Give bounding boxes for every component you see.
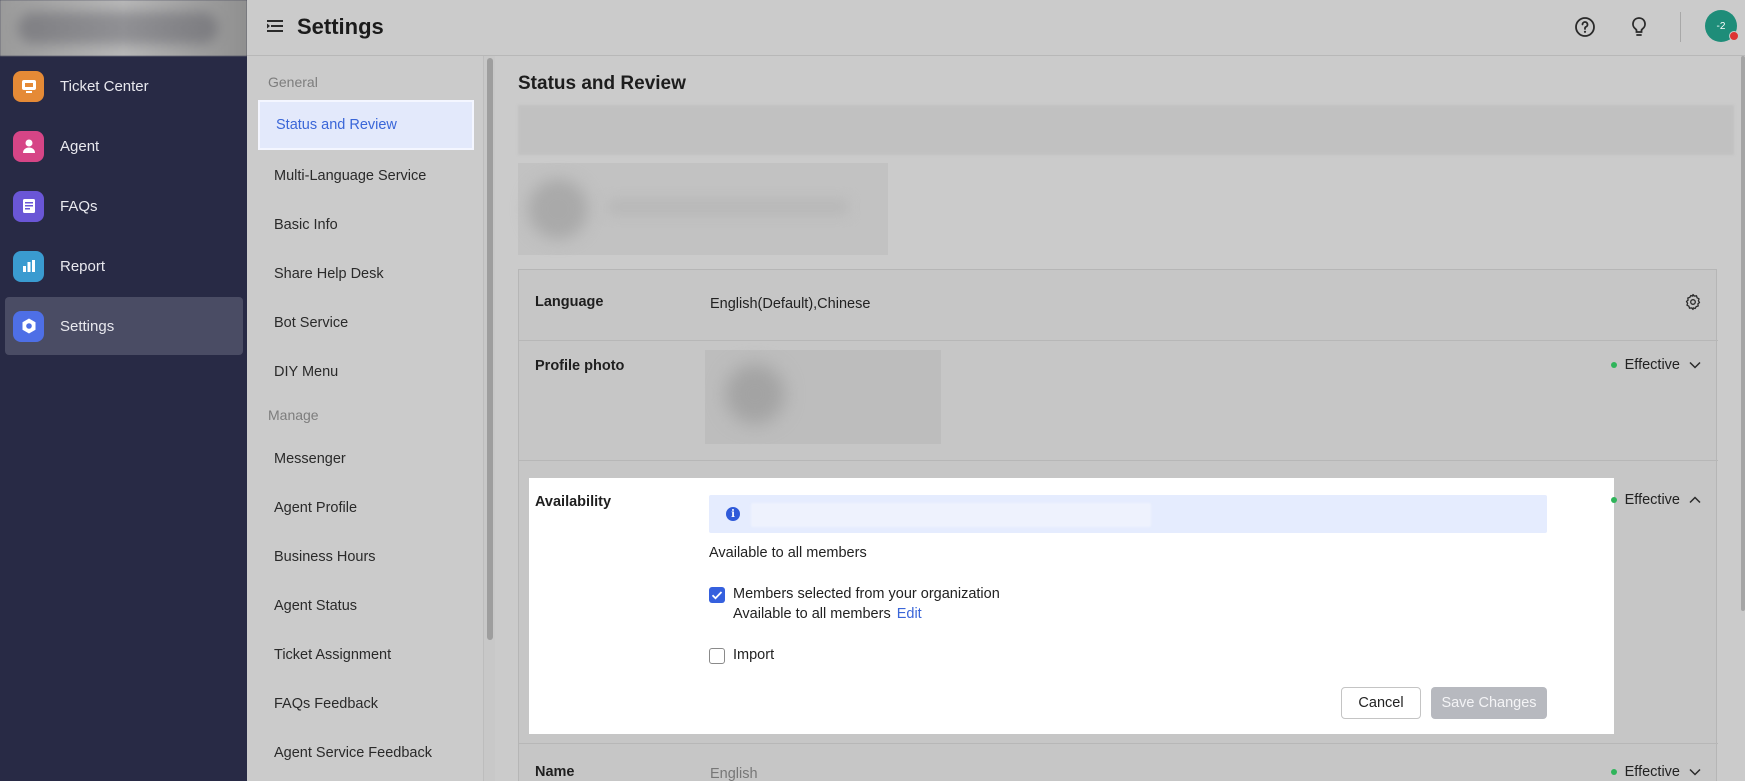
chevron-up-icon	[1689, 496, 1701, 504]
submenu-item-diy-menu[interactable]: DIY Menu	[258, 347, 474, 397]
profile-photo-status[interactable]: Effective	[1610, 357, 1702, 373]
submenu-scrollbar[interactable]	[487, 58, 493, 640]
notification-dot	[1729, 31, 1739, 41]
language-value: English(Default),Chinese	[710, 296, 871, 312]
chevron-down-icon	[1689, 361, 1701, 369]
avatar[interactable]: -2	[1705, 10, 1739, 42]
submenu-item-messenger[interactable]: Messenger	[258, 434, 474, 484]
submenu-item-status-and-review[interactable]: Status and Review	[258, 100, 474, 150]
nav-label: Report	[60, 257, 106, 275]
nav-item-agent[interactable]: Agent	[5, 117, 243, 175]
status-text: Effective	[1624, 764, 1680, 780]
name-status[interactable]: Effective	[1610, 764, 1702, 780]
availability-status[interactable]: Effective	[1610, 492, 1702, 508]
app-nav: Ticket Center Agent FAQs Report Settings	[0, 0, 247, 781]
blurred-info-text	[751, 503, 1151, 527]
info-icon: i	[726, 507, 740, 521]
help-icon[interactable]	[1573, 15, 1597, 39]
info-banner: i	[709, 495, 1547, 533]
top-header: Settings -2	[247, 0, 1745, 56]
language-label: Language	[535, 294, 604, 310]
header-divider	[1680, 12, 1681, 42]
avatar-text: -2	[1716, 20, 1726, 32]
lightbulb-icon[interactable]	[1627, 15, 1651, 39]
availability-panel: Availability i Available to all members …	[529, 478, 1614, 734]
nav-item-faqs[interactable]: FAQs	[5, 177, 243, 235]
main-scrollbar[interactable]	[1741, 56, 1745, 611]
members-sub-text: Available to all members	[733, 606, 891, 622]
section-title: Status and Review	[518, 73, 686, 94]
import-label: Import	[733, 647, 775, 663]
submenu-group-title: Manage	[268, 407, 319, 423]
name-label: Name	[535, 764, 575, 780]
chevron-down-icon	[1689, 768, 1701, 776]
available-all-text: Available to all members	[709, 545, 867, 561]
submenu-item-agent-profile[interactable]: Agent Profile	[258, 483, 474, 533]
settings-icon	[13, 310, 44, 342]
status-dot	[1610, 362, 1617, 368]
check-icon	[711, 591, 723, 600]
blurred-banner	[518, 105, 1734, 155]
settings-submenu: General Status and Review Multi-Language…	[247, 56, 484, 781]
profile-photo-preview	[705, 350, 941, 444]
members-selected-label: Members selected from your organization	[733, 586, 1000, 602]
submenu-item-share-help-desk[interactable]: Share Help Desk	[258, 249, 474, 299]
cancel-button[interactable]: Cancel	[1341, 687, 1421, 719]
members-selected-checkbox[interactable]	[709, 587, 725, 603]
ticket-center-icon	[13, 70, 44, 102]
nav-item-report[interactable]: Report	[5, 237, 243, 295]
gear-icon[interactable]	[1684, 293, 1702, 311]
submenu-item-ticket-assignment[interactable]: Ticket Assignment	[258, 630, 474, 680]
report-icon	[13, 250, 44, 282]
submenu-item-agent-service-feedback[interactable]: Agent Service Feedback	[258, 728, 474, 778]
status-dot	[1610, 769, 1617, 775]
row-divider	[519, 460, 1718, 461]
nav-label: FAQs	[60, 197, 98, 215]
submenu-item-business-hours[interactable]: Business Hours	[258, 532, 474, 582]
members-selected-sub: Available to all members Edit	[733, 606, 922, 622]
name-value: English	[710, 766, 758, 781]
profile-photo-label: Profile photo	[535, 358, 625, 374]
nav-label: Settings	[60, 317, 115, 335]
status-dot	[1610, 497, 1617, 503]
settings-card: Language English(Default),Chinese Profil…	[518, 269, 1718, 781]
nav-item-settings[interactable]: Settings	[5, 297, 243, 355]
save-changes-button[interactable]: Save Changes	[1431, 687, 1547, 719]
row-divider	[519, 340, 1718, 341]
submenu-item-multi-language-service[interactable]: Multi-Language Service	[258, 151, 474, 201]
row-divider	[519, 743, 1718, 744]
submenu-item-agent-status[interactable]: Agent Status	[258, 581, 474, 631]
page-title: Settings	[297, 14, 384, 39]
brand-logo	[0, 0, 247, 56]
blurred-preview	[518, 163, 888, 255]
submenu-item-bot-service[interactable]: Bot Service	[258, 298, 474, 348]
availability-label: Availability	[535, 494, 612, 510]
submenu-item-basic-info[interactable]: Basic Info	[258, 200, 474, 250]
submenu-group-title: General	[268, 74, 318, 90]
main-content: Status and Review Language English(Defau…	[495, 56, 1745, 781]
menu-collapse-icon[interactable]	[266, 17, 284, 35]
status-text: Effective	[1624, 357, 1680, 373]
import-checkbox[interactable]	[709, 648, 725, 664]
nav-item-ticket-center[interactable]: Ticket Center	[5, 57, 243, 115]
agent-icon	[13, 130, 44, 162]
faqs-icon	[13, 190, 44, 222]
submenu-item-faqs-feedback[interactable]: FAQs Feedback	[258, 679, 474, 729]
status-text: Effective	[1624, 492, 1680, 508]
nav-label: Ticket Center	[60, 77, 149, 95]
nav-label: Agent	[60, 137, 100, 155]
edit-link[interactable]: Edit	[897, 606, 922, 622]
